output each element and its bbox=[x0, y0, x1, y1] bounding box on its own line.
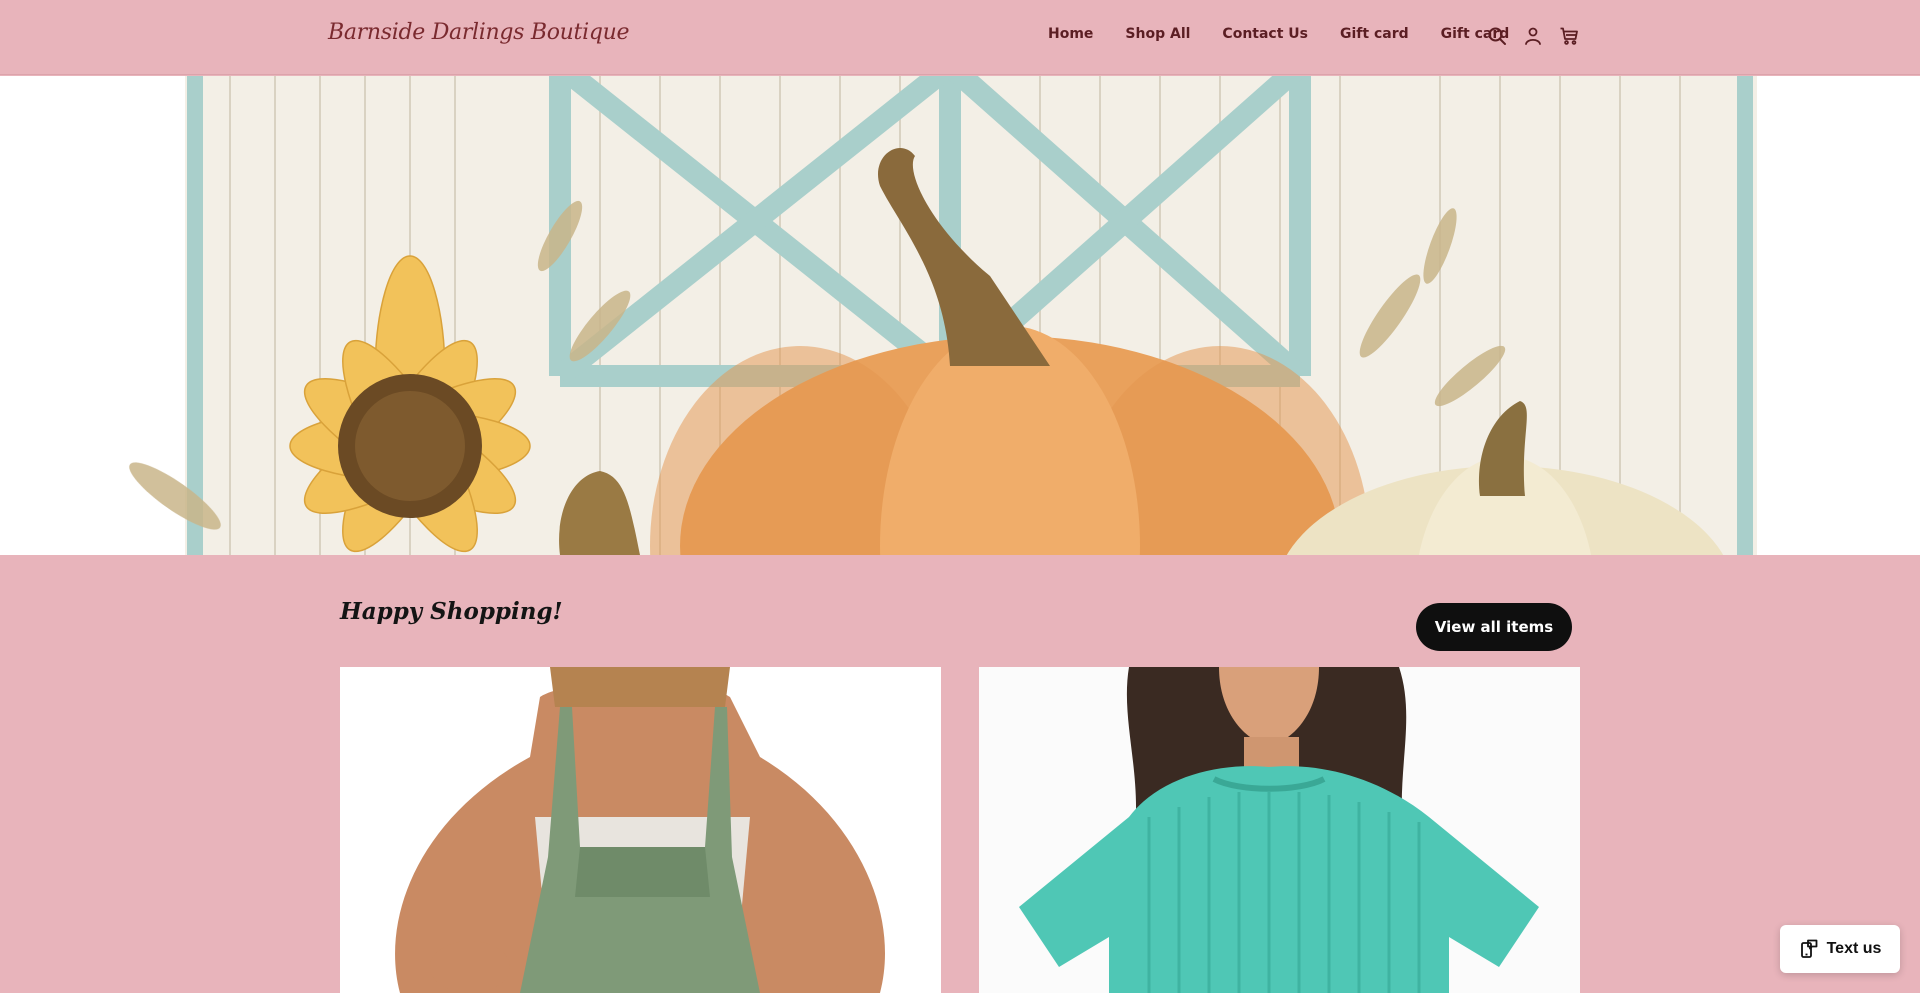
text-us-button[interactable]: Text us bbox=[1780, 925, 1900, 973]
text-us-label: Text us bbox=[1826, 940, 1882, 957]
product-image bbox=[979, 667, 1580, 993]
main-nav: Home Shop All Contact Us Gift card Gift … bbox=[1032, 26, 1525, 42]
search-icon[interactable] bbox=[1486, 22, 1508, 50]
phone-message-icon bbox=[1800, 939, 1817, 958]
hero-illustration bbox=[129, 76, 1757, 555]
nav-gift-card[interactable]: Gift card bbox=[1324, 26, 1425, 42]
account-icon[interactable] bbox=[1522, 22, 1544, 50]
header-icons bbox=[1486, 22, 1580, 50]
site-header: Barnside Darlings Boutique Home Shop All… bbox=[0, 0, 1920, 75]
cart-icon[interactable] bbox=[1558, 22, 1580, 50]
product-card[interactable] bbox=[979, 667, 1580, 993]
nav-contact-us[interactable]: Contact Us bbox=[1206, 26, 1324, 42]
collection-title: Happy Shopping! bbox=[340, 598, 563, 625]
brand-logo[interactable]: Barnside Darlings Boutique bbox=[328, 20, 630, 45]
nav-home[interactable]: Home bbox=[1032, 26, 1109, 42]
hero-banner bbox=[0, 76, 1920, 555]
nav-shop-all[interactable]: Shop All bbox=[1109, 26, 1206, 42]
view-all-items-button[interactable]: View all items bbox=[1416, 603, 1572, 651]
product-image bbox=[340, 667, 941, 993]
product-card[interactable] bbox=[340, 667, 941, 993]
